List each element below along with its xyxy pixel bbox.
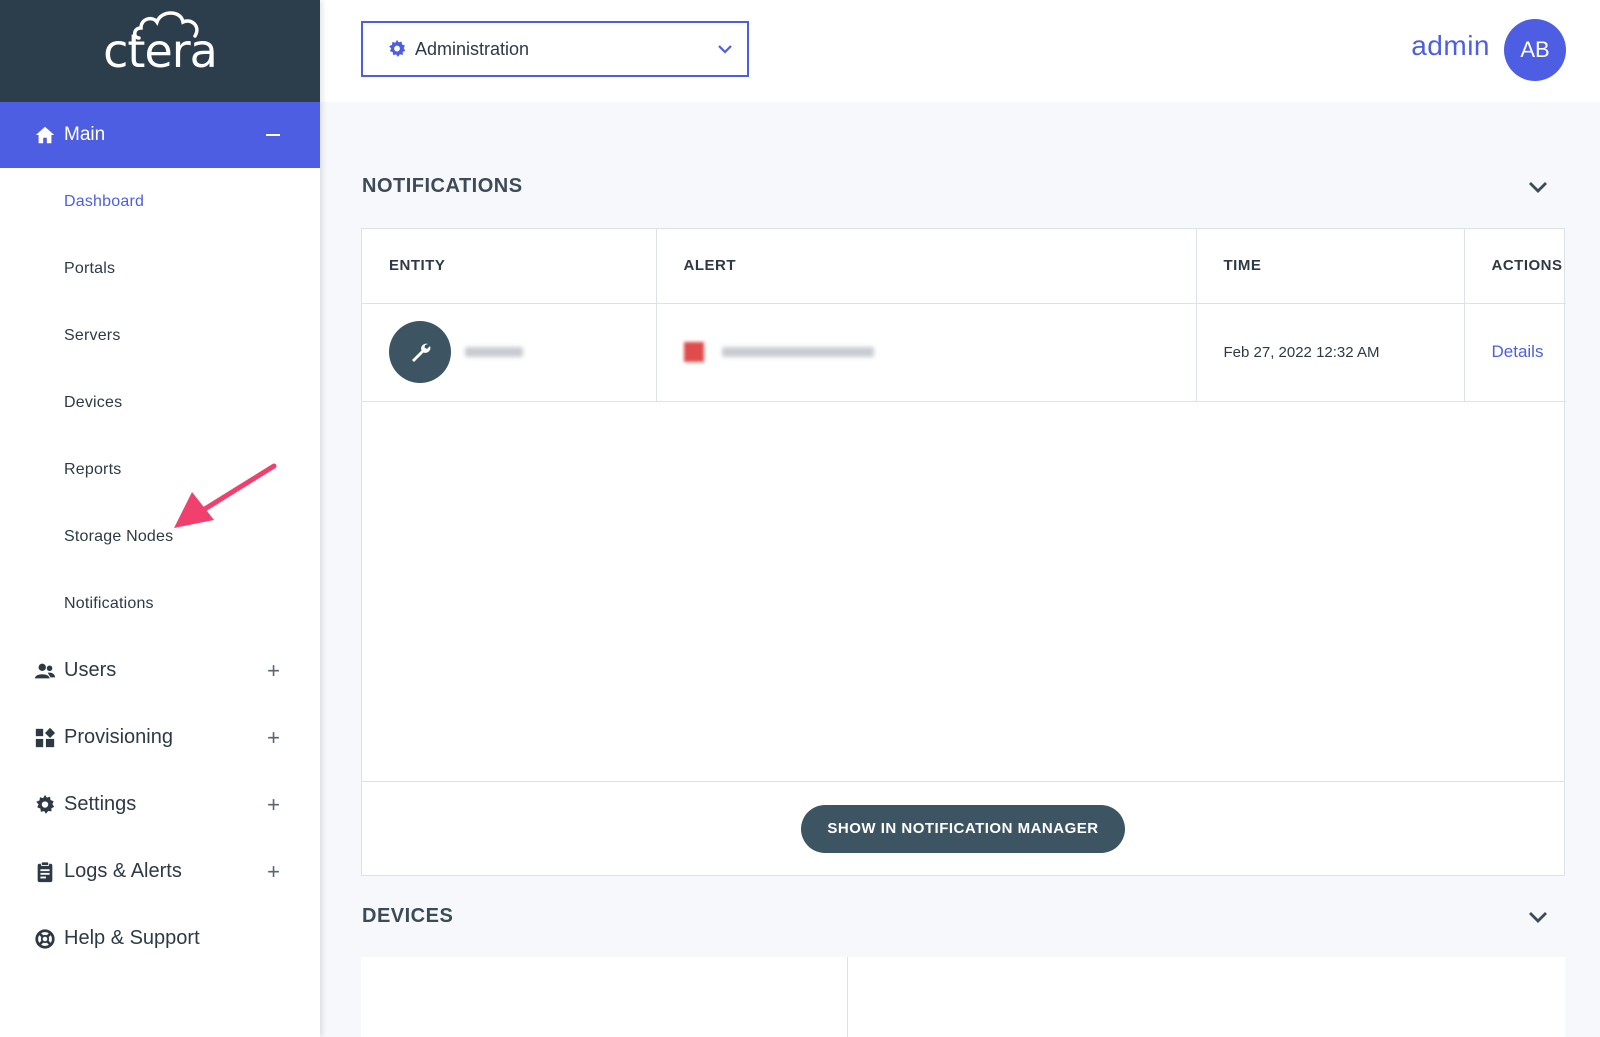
sidebar-item-devices[interactable]: Devices bbox=[0, 369, 320, 436]
sidebar-group-settings[interactable]: Settings + bbox=[0, 771, 320, 838]
users-icon bbox=[34, 660, 56, 682]
nav-main-label: Main bbox=[64, 124, 106, 145]
devices-card bbox=[361, 957, 1565, 1037]
cloud-icon bbox=[133, 11, 199, 40]
sidebar-item-notifications[interactable]: Notifications bbox=[0, 570, 320, 637]
sidebar-item-servers[interactable]: Servers bbox=[0, 302, 320, 369]
sidebar-group-users[interactable]: Users + bbox=[0, 637, 320, 704]
logo-bar: ctera bbox=[0, 0, 320, 102]
details-link[interactable]: Details bbox=[1492, 342, 1544, 361]
redacted-entity-name bbox=[465, 347, 524, 357]
collapse-icon[interactable] bbox=[266, 134, 280, 136]
table-header-row: ENTITY ALERT TIME ACTIONS bbox=[362, 229, 1566, 304]
sidebar-group-provisioning[interactable]: Provisioning + bbox=[0, 704, 320, 771]
sidebar-group-help-support[interactable]: Help & Support bbox=[0, 905, 320, 972]
chevron-down-icon[interactable] bbox=[1526, 175, 1550, 199]
show-in-notification-manager-button[interactable]: SHOW IN NOTIFICATION MANAGER bbox=[801, 804, 1125, 853]
context-dropdown[interactable]: Administration bbox=[361, 21, 749, 77]
sidebar-item-reports[interactable]: Reports bbox=[0, 436, 320, 503]
alert-cell bbox=[656, 303, 1197, 402]
column-header-entity[interactable]: ENTITY bbox=[362, 229, 657, 304]
sidebar-group-label: Users bbox=[64, 659, 117, 681]
time-cell: Feb 27, 2022 12:32 AM bbox=[1196, 303, 1465, 402]
column-header-alert[interactable]: ALERT bbox=[656, 229, 1197, 304]
column-header-actions: ACTIONS bbox=[1464, 229, 1566, 304]
sidebar-group-logs-alerts[interactable]: Logs & Alerts + bbox=[0, 838, 320, 905]
redacted-alert-text bbox=[721, 347, 874, 357]
chevron-down-icon[interactable] bbox=[1526, 905, 1550, 929]
notifications-table: ENTITY ALERT TIME ACTIONS Feb 27, 2022 1 bbox=[362, 229, 1566, 402]
sidebar-group-label: Provisioning bbox=[64, 726, 173, 748]
entity-cell bbox=[362, 303, 657, 402]
gear-icon bbox=[389, 39, 406, 57]
actions-cell: Details bbox=[1464, 303, 1566, 402]
ctera-logo[interactable]: ctera bbox=[103, 11, 218, 78]
devices-divider bbox=[847, 957, 848, 1037]
notifications-title: NOTIFICATIONS bbox=[362, 175, 523, 197]
clipboard-icon bbox=[34, 860, 56, 883]
notifications-footer: SHOW IN NOTIFICATION MANAGER bbox=[362, 781, 1564, 875]
sidebar-item-portals[interactable]: Portals bbox=[0, 235, 320, 302]
topbar: Administration admin AB bbox=[320, 0, 1600, 102]
table-row: Feb 27, 2022 12:32 AM Details bbox=[362, 303, 1566, 402]
user-name[interactable]: admin bbox=[1411, 30, 1490, 62]
main-sub-list: Dashboard Portals Servers Devices Report… bbox=[0, 168, 320, 637]
home-icon bbox=[34, 124, 56, 146]
gear-icon bbox=[34, 794, 56, 816]
sidebar-group-label: Help & Support bbox=[64, 927, 200, 949]
avatar[interactable]: AB bbox=[1504, 19, 1566, 81]
provisioning-icon bbox=[34, 727, 56, 749]
column-header-time[interactable]: TIME bbox=[1196, 229, 1465, 304]
context-dropdown-value: Administration bbox=[415, 38, 530, 59]
sidebar-group-label: Settings bbox=[64, 793, 137, 815]
sidebar-group-label: Logs & Alerts bbox=[64, 860, 182, 882]
notifications-card: ENTITY ALERT TIME ACTIONS Feb 27, 2022 1 bbox=[361, 228, 1566, 876]
chevron-down-icon bbox=[718, 45, 732, 54]
lifebuoy-icon bbox=[34, 928, 56, 950]
devices-title: DEVICES bbox=[362, 905, 454, 927]
expand-icon[interactable]: + bbox=[267, 658, 280, 684]
sidebar-item-dashboard[interactable]: Dashboard bbox=[0, 168, 320, 235]
expand-icon[interactable]: + bbox=[267, 859, 280, 885]
alert-severity-icon bbox=[683, 342, 704, 362]
expand-icon[interactable]: + bbox=[267, 792, 280, 818]
expand-icon[interactable]: + bbox=[267, 725, 280, 751]
sidebar-item-storage-nodes[interactable]: Storage Nodes bbox=[0, 503, 320, 570]
sidebar: ctera Main Dashboard Portals Servers Dev… bbox=[0, 0, 320, 1037]
wrench-icon bbox=[389, 321, 451, 383]
nav-main[interactable]: Main bbox=[0, 102, 320, 168]
